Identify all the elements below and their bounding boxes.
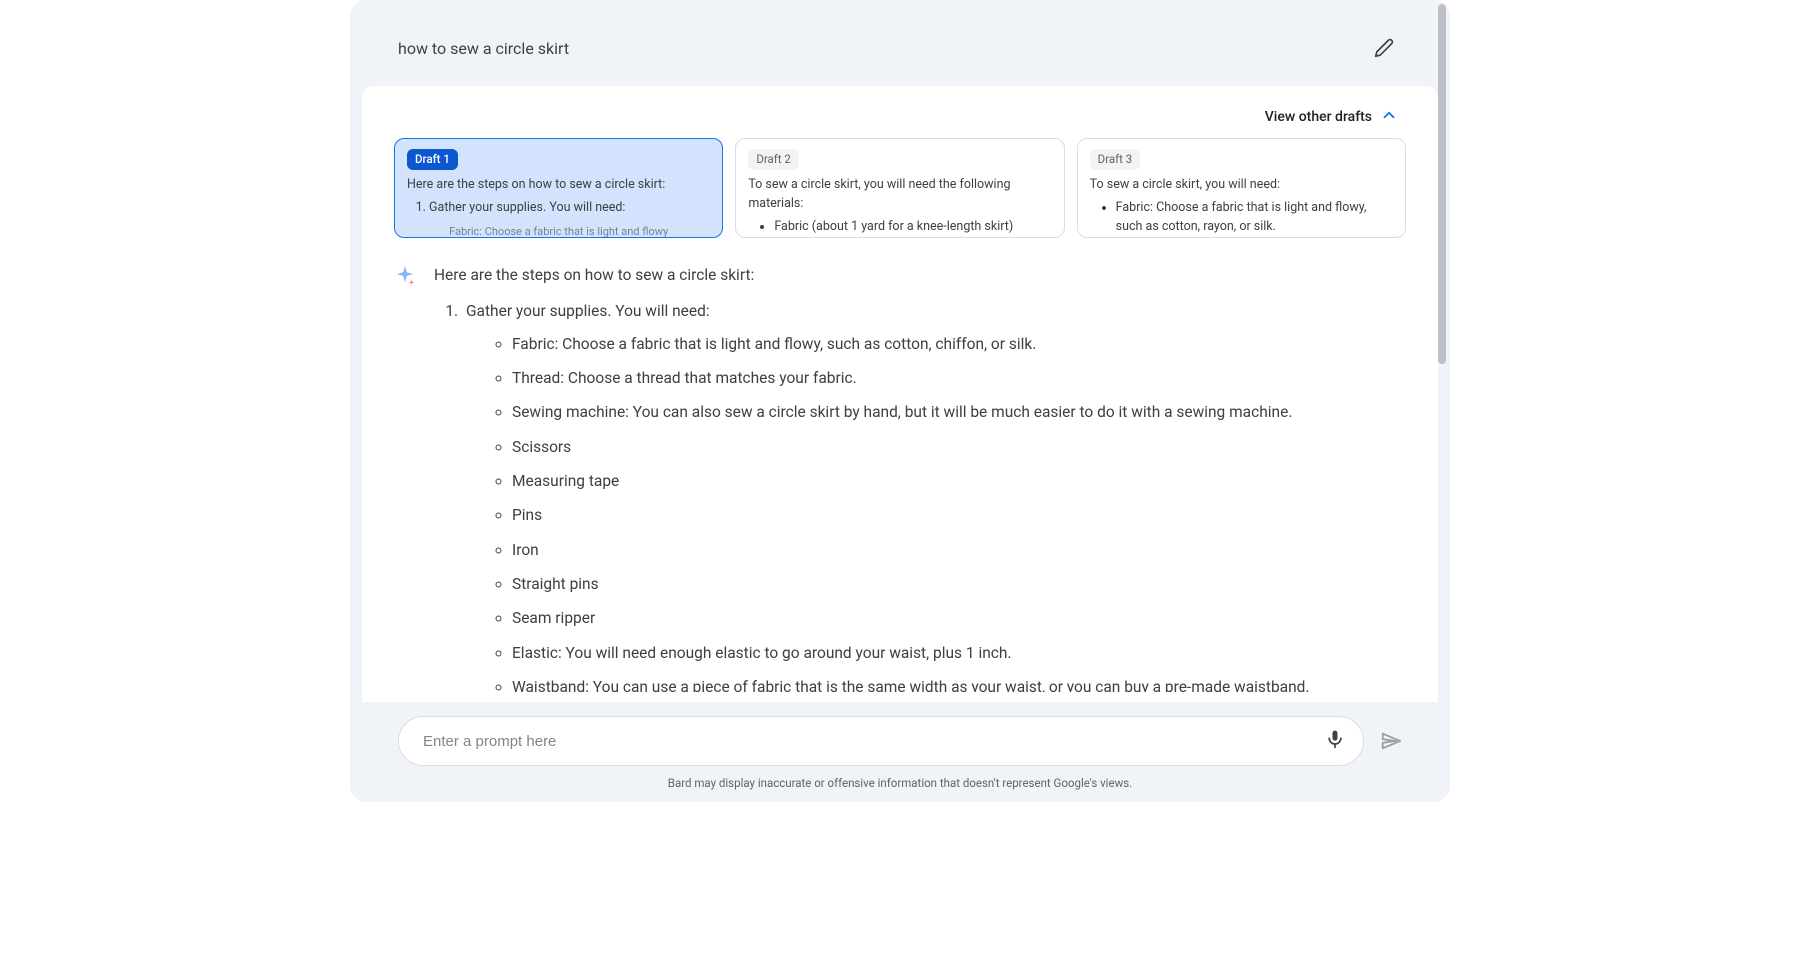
draft-preview-bullet: Thread bbox=[774, 238, 1051, 239]
microphone-button[interactable] bbox=[1325, 729, 1345, 753]
edit-prompt-button[interactable] bbox=[1366, 30, 1402, 66]
sparkle-icon bbox=[394, 264, 418, 692]
draft-badge: Draft 1 bbox=[407, 149, 458, 170]
supply-item: Thread: Choose a thread that matches you… bbox=[512, 365, 1406, 391]
supply-item: Fabric: Choose a fabric that is light an… bbox=[512, 331, 1406, 357]
draft-preview-text: To sew a circle skirt, you will need: bbox=[1090, 176, 1393, 195]
view-drafts-label: View other drafts bbox=[1265, 109, 1372, 125]
input-bar-wrap bbox=[350, 702, 1450, 772]
disclaimer-text: Bard may display inaccurate or offensive… bbox=[350, 772, 1450, 802]
send-icon bbox=[1380, 730, 1402, 752]
supply-item: Sewing machine: You can also sew a circl… bbox=[512, 399, 1406, 425]
supply-item: Pins bbox=[512, 502, 1406, 528]
draft-preview-text: Here are the steps on how to sew a circl… bbox=[407, 176, 710, 195]
app-container: how to sew a circle skirt View other dra… bbox=[350, 0, 1450, 802]
user-prompt-text: how to sew a circle skirt bbox=[398, 39, 569, 58]
supply-item: Measuring tape bbox=[512, 468, 1406, 494]
draft-preview-bullet: Fabric (about 1 yard for a knee-length s… bbox=[774, 218, 1051, 237]
answer-content: Here are the steps on how to sew a circl… bbox=[434, 262, 1406, 692]
draft-badge: Draft 2 bbox=[748, 149, 799, 170]
supply-item: Elastic: You will need enough elastic to… bbox=[512, 640, 1406, 666]
supplies-list: Fabric: Choose a fabric that is light an… bbox=[466, 331, 1406, 692]
draft-preview-item: Gather your supplies. You will need: bbox=[429, 199, 710, 218]
scrollbar[interactable] bbox=[1438, 4, 1446, 364]
draft-badge: Draft 3 bbox=[1090, 149, 1141, 170]
draft-card-3[interactable]: Draft 3 To sew a circle skirt, you will … bbox=[1077, 138, 1406, 238]
drafts-row: Draft 1 Here are the steps on how to sew… bbox=[394, 138, 1406, 256]
microphone-icon bbox=[1325, 729, 1345, 749]
prompt-header: how to sew a circle skirt bbox=[350, 0, 1450, 86]
supply-item: Scissors bbox=[512, 434, 1406, 460]
pencil-icon bbox=[1374, 38, 1394, 58]
response-card: View other drafts Draft 1 Here are the s… bbox=[362, 86, 1438, 702]
supply-item: Seam ripper bbox=[512, 605, 1406, 631]
supply-item: Iron bbox=[512, 537, 1406, 563]
send-button[interactable] bbox=[1380, 730, 1402, 752]
supply-item: Straight pins bbox=[512, 571, 1406, 597]
answer-area: Here are the steps on how to sew a circl… bbox=[394, 256, 1406, 702]
draft-preview-fade: Fabric: Choose a fabric that is light an… bbox=[407, 224, 710, 238]
draft-card-2[interactable]: Draft 2 To sew a circle skirt, you will … bbox=[735, 138, 1064, 238]
view-drafts-toggle[interactable]: View other drafts bbox=[394, 102, 1406, 138]
answer-step-1-text: Gather your supplies. You will need: bbox=[466, 302, 710, 320]
supply-item: Waistband: You can use a piece of fabric… bbox=[512, 674, 1406, 692]
prompt-input[interactable] bbox=[423, 733, 1325, 750]
prompt-input-bar[interactable] bbox=[398, 716, 1364, 766]
answer-step-1: Gather your supplies. You will need: Fab… bbox=[462, 298, 1406, 692]
draft-card-1[interactable]: Draft 1 Here are the steps on how to sew… bbox=[394, 138, 723, 238]
answer-intro: Here are the steps on how to sew a circl… bbox=[434, 262, 1406, 288]
chevron-up-icon bbox=[1380, 106, 1398, 128]
draft-preview-text: To sew a circle skirt, you will need the… bbox=[748, 176, 1051, 214]
draft-preview-bullet: Fabric: Choose a fabric that is light an… bbox=[1116, 199, 1393, 237]
